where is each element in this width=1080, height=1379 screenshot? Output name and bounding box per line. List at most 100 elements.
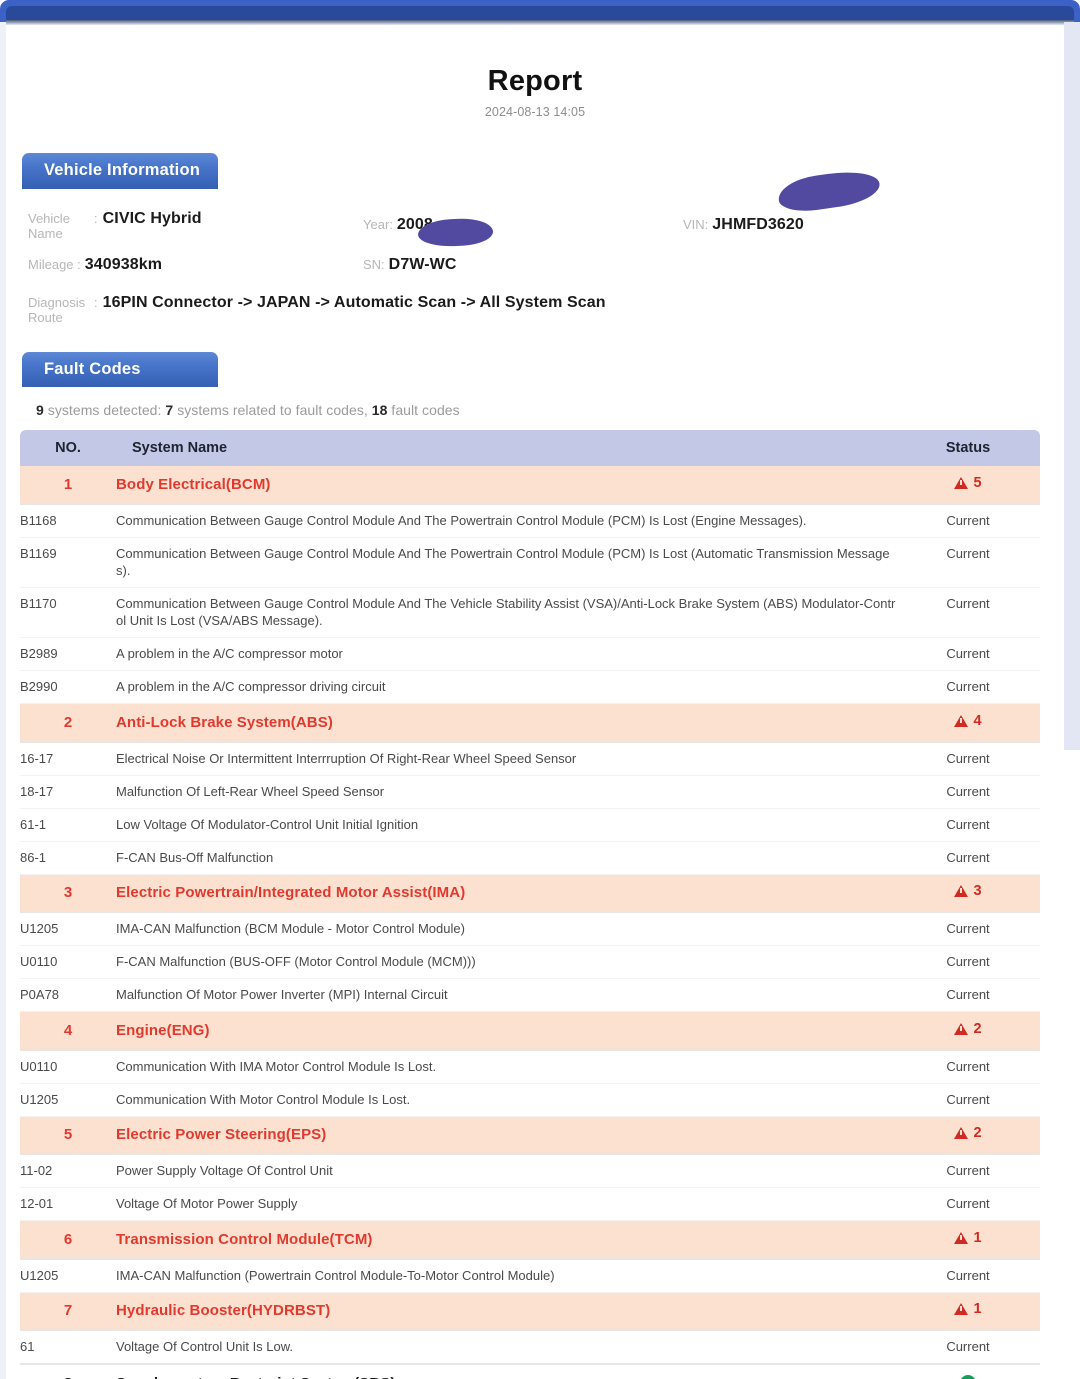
system-name: Body Electrical(BCM) [116,466,896,504]
system-name: Electric Power Steering(EPS) [116,1116,896,1154]
fault-code-row[interactable]: 61 Voltage Of Control Unit Is Low. Current [20,1329,1040,1365]
fault-code-id: B1168 [20,503,116,538]
fault-codes-section: Fault Codes 9 systems detected: 7 system… [20,351,1050,1379]
fault-code-row[interactable]: 18-17 Malfunction Of Left-Rear Wheel Spee… [20,775,1040,809]
system-row[interactable]: 8Supplementary Restraint System(SRS) [20,1363,1040,1379]
fault-code-row[interactable]: B1170 Communication Between Gauge Control… [20,587,1040,638]
fault-code-description: Communication With IMA Motor Control Mod… [116,1048,896,1084]
fault-code-row[interactable]: U1205 Communication With Motor Control Mo… [20,1083,1040,1117]
fault-code-row[interactable]: B1168 Communication Between Gauge Control… [20,503,1040,538]
fault-count-value: 2 [973,1125,982,1142]
system-row[interactable]: 4 Engine(ENG) 2 [20,1011,1040,1050]
systems-detected-text: systems detected: [43,402,166,418]
fault-count-badge: 2 [954,1125,982,1142]
system-no: 8 [20,1363,116,1379]
field-vehicle-name: Vehicle Name : CIVIC Hybrid [28,210,202,241]
fault-code-row[interactable]: U1205 IMA-CAN Malfunction (Powertrain Con… [20,1257,1040,1293]
system-row[interactable]: 3 Electric Powertrain/Integrated Motor As… [20,874,1040,912]
report-sheet: Report 2024-08-13 14:05 Vehicle Informat… [6,25,1064,1379]
fault-codes-badge: Fault Codes [22,351,218,387]
fault-code-row[interactable]: B2989 A problem in the A/C compressor mot… [20,637,1040,671]
fault-code-id: 12-01 [20,1187,116,1221]
fault-code-id: B1170 [20,587,116,638]
fault-code-status: Current [896,1329,1040,1365]
fault-codes-count: 18 [371,402,388,418]
fault-code-status: Current [896,740,1040,776]
warning-triangle-icon [954,1127,969,1140]
fault-code-description: IMA-CAN Malfunction (BCM Module - Motor … [116,911,896,946]
system-row[interactable]: 2 Anti-Lock Brake System(ABS) 4 [20,703,1040,742]
year-label: Year: [363,216,393,232]
fault-code-id: 61 [20,1329,116,1365]
fault-count-value: 5 [973,475,982,491]
fault-code-id: 86-1 [20,841,116,875]
fault-code-row[interactable]: U1205 IMA-CAN Malfunction (BCM Module - M… [20,911,1040,946]
system-row[interactable]: 7 Hydraulic Booster(HYDRBST) 1 [20,1292,1040,1330]
fault-count-badge: 1 [954,1230,982,1246]
warning-triangle-icon [954,477,969,489]
fault-code-row[interactable]: U0110 Communication With IMA Motor Contro… [20,1048,1040,1084]
system-name: Anti-Lock Brake System(ABS) [116,703,896,742]
fault-code-id: B1169 [20,537,116,588]
fault-code-id: B2989 [20,637,116,671]
fault-codes-table-body: 1 Body Electrical(BCM) 5 B1168 Communication… [20,466,1040,1379]
vehicle-info-row-3: Diagnosis Route : 16PIN Connector -> JAP… [28,282,1050,325]
system-row[interactable]: 1 Body Electrical(BCM) 5 [20,466,1040,504]
fault-code-row[interactable]: 12-01 Voltage Of Motor Power Supply Curren… [20,1187,1040,1221]
system-status: 2 [896,1011,1040,1050]
warning-triangle-icon [954,714,969,727]
fault-code-status: Current [896,808,1040,842]
system-row[interactable]: 5 Electric Power Steering(EPS) 2 [20,1116,1040,1154]
report-timestamp: 2024-08-13 14:05 [484,105,586,119]
fault-code-id: U0110 [20,1048,116,1084]
fault-code-description: Communication With Motor Control Module … [116,1083,896,1117]
system-name: Supplementary Restraint System(SRS) [116,1363,896,1379]
diagnosis-route-label: Diagnosis Route [28,294,86,325]
vehicle-information-badge-wrap: Vehicle Information [22,153,1050,189]
fault-code-description: F-CAN Malfunction (BUS-OFF (Motor Contro… [116,945,896,979]
system-status: 2 [896,1116,1040,1154]
system-name: Engine(ENG) [116,1011,896,1050]
fault-code-status: Current [896,1048,1040,1084]
fault-code-row[interactable]: 61-1 Low Voltage Of Modulator-Control Uni… [20,808,1040,842]
fault-code-row[interactable]: U0110 F-CAN Malfunction (BUS-OFF (Motor C… [20,945,1040,979]
systems-detected-count: 9 [36,402,44,418]
field-sn: SN: D7W-WC [363,256,457,274]
fault-code-row[interactable]: 11-02 Power Supply Voltage Of Control Uni… [20,1153,1040,1188]
system-status: 3 [896,874,1040,912]
table-header-row: NO. System Name Status [20,430,1040,466]
fault-code-status: Current [896,945,1040,979]
warning-triangle-icon [954,885,969,898]
fault-code-row[interactable]: 16-17 Electrical Noise Or Intermittent In… [20,740,1040,776]
fault-code-status: Current [896,637,1040,671]
fault-code-row[interactable]: 86-1 F-CAN Bus-Off Malfunction Current [20,841,1040,875]
fault-count-value: 1 [973,1301,982,1318]
fault-code-row[interactable]: P0A78 Malfunction Of Motor Power Inverter… [20,978,1040,1012]
system-status [896,1363,1040,1379]
app-chrome-bar [0,0,1080,22]
column-header-no: NO. [20,430,116,466]
fault-code-description: Communication Between Gauge Control Modu… [116,587,896,638]
fault-code-row[interactable]: B2990 A problem in the A/C compressor dri… [20,670,1040,704]
fault-code-status: Current [896,670,1040,704]
column-header-system-name: System Name [116,430,896,466]
fault-count-value: 3 [973,883,982,900]
report-viewport: Report 2024-08-13 14:05 Vehicle Informat… [0,0,1080,1379]
fault-code-description: Low Voltage Of Modulator-Control Unit In… [116,808,896,842]
fault-code-description: Voltage Of Motor Power Supply [116,1187,896,1221]
fault-code-description: Electrical Noise Or Intermittent Interrr… [116,740,896,776]
fault-code-row[interactable]: B1169 Communication Between Gauge Control… [20,537,1040,588]
fault-code-status: Current [896,841,1040,875]
system-name: Electric Powertrain/Integrated Motor Ass… [116,874,896,912]
warning-triangle-icon [954,1022,969,1035]
fault-count-badge: 4 [954,713,982,729]
fault-code-description: Voltage Of Control Unit Is Low. [116,1329,896,1365]
fault-code-description: IMA-CAN Malfunction (Powertrain Control … [116,1257,896,1293]
system-row[interactable]: 6 Transmission Control Module(TCM) 1 [20,1220,1040,1259]
vehicle-name-value: CIVIC Hybrid [102,209,202,227]
fault-code-description: Power Supply Voltage Of Control Unit [116,1153,896,1188]
system-status: 1 [896,1220,1040,1259]
column-header-status: Status [896,430,1040,466]
page-right-rail [1064,22,1080,750]
diagnosis-route-colon: : [94,294,98,310]
